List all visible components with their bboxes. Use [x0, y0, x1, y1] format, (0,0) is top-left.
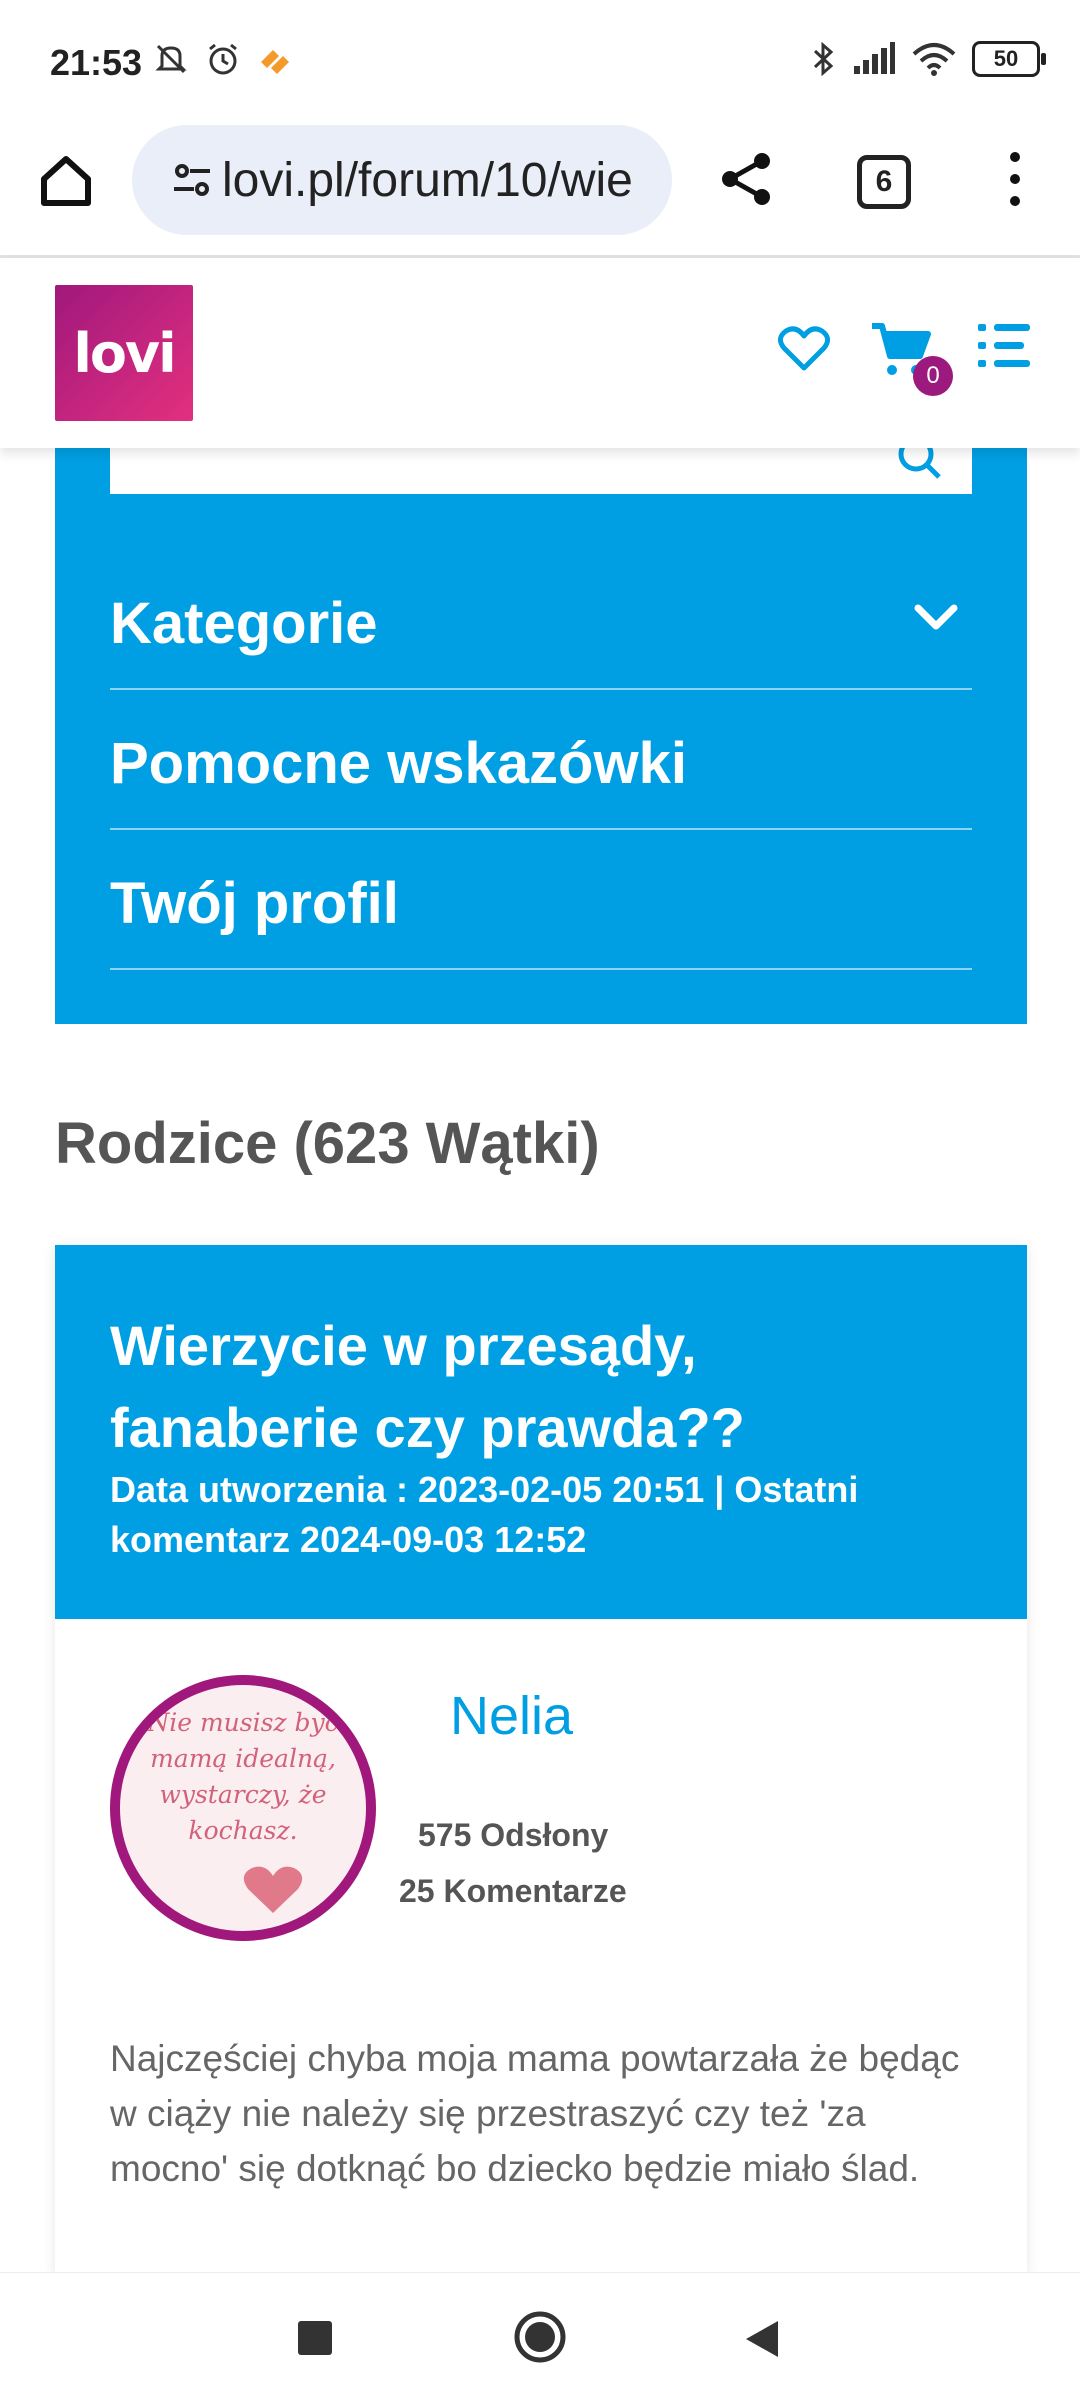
- menu-item-label: Twój profil: [110, 871, 399, 936]
- logo-text: lovi: [73, 321, 176, 385]
- avatar-quote: Nie musisz być mamą idealną, wystarczy, …: [147, 1708, 339, 1845]
- forum-menu: Kategorie Pomocne wskazówki Twój profil: [55, 436, 1027, 1024]
- alarm-icon: [209, 43, 237, 75]
- wifi-icon: [912, 43, 956, 76]
- heart-decoration-icon: [243, 1866, 303, 1913]
- cart-count-badge: 0: [913, 356, 953, 396]
- home-nav-icon[interactable]: [512, 2309, 568, 2365]
- more-options-icon[interactable]: [1000, 147, 1030, 211]
- url-bar[interactable]: lovi.pl/forum/10/wie: [132, 125, 672, 235]
- status-icons-left: [152, 40, 294, 78]
- back-icon[interactable]: [742, 2317, 782, 2361]
- tab-switcher-button[interactable]: 6: [857, 155, 911, 209]
- menu-list-icon[interactable]: [978, 320, 1030, 370]
- site-header: lovi 0: [0, 258, 1080, 448]
- battery-indicator: 50: [972, 41, 1046, 77]
- mute-icon: [155, 44, 187, 74]
- system-nav-bar: [0, 2272, 1080, 2401]
- forum-menu-item-twoj-profil[interactable]: Twój profil: [110, 830, 972, 970]
- heart-icon[interactable]: [778, 326, 830, 372]
- lovi-logo[interactable]: lovi: [55, 285, 193, 421]
- thread-card: Wierzycie w przesądy, fanaberie czy praw…: [55, 1245, 1027, 2275]
- share-icon[interactable]: [714, 147, 778, 211]
- status-time: 21:53: [50, 42, 143, 83]
- comments-count: 25 Komentarze: [399, 1873, 627, 1909]
- thread-meta: Data utworzenia : 2023-02-05 20:51 | Ost…: [110, 1469, 859, 1560]
- post-body: Najczęściej chyba moja mama powtarzała ż…: [110, 2038, 960, 2189]
- bluetooth-icon: [813, 41, 834, 77]
- forum-search-input[interactable]: [110, 436, 972, 494]
- recents-icon[interactable]: [298, 2321, 332, 2355]
- status-bar: 21:53 50: [0, 0, 1080, 125]
- author-name[interactable]: Nelia: [450, 1685, 573, 1747]
- menu-item-label: Pomocne wskazówki: [110, 731, 687, 796]
- site-settings-icon[interactable]: [172, 161, 212, 201]
- author-avatar[interactable]: Nie musisz być mamą idealną, wystarczy, …: [110, 1675, 376, 1941]
- forum-menu-item-pomocne-wskazowki[interactable]: Pomocne wskazówki: [110, 690, 972, 830]
- url-text[interactable]: lovi.pl/forum/10/wie: [222, 153, 652, 208]
- forum-menu-item-kategorie[interactable]: Kategorie: [110, 550, 972, 690]
- section-title: Rodzice (623 Wątki): [55, 1111, 600, 1176]
- signal-icon: [854, 42, 895, 74]
- status-icons-right: 50: [810, 40, 1046, 78]
- views-count: 575 Odsłony: [418, 1817, 609, 1853]
- thread-header: Wierzycie w przesądy, fanaberie czy praw…: [55, 1245, 1027, 1619]
- menu-item-label: Kategorie: [110, 591, 378, 656]
- browser-toolbar: lovi.pl/forum/10/wie 6: [0, 125, 1080, 258]
- app-notification-icon: [261, 50, 289, 74]
- home-icon[interactable]: [36, 151, 96, 211]
- chevron-down-icon[interactable]: [914, 602, 958, 632]
- thread-title: Wierzycie w przesądy, fanaberie czy praw…: [110, 1314, 745, 1459]
